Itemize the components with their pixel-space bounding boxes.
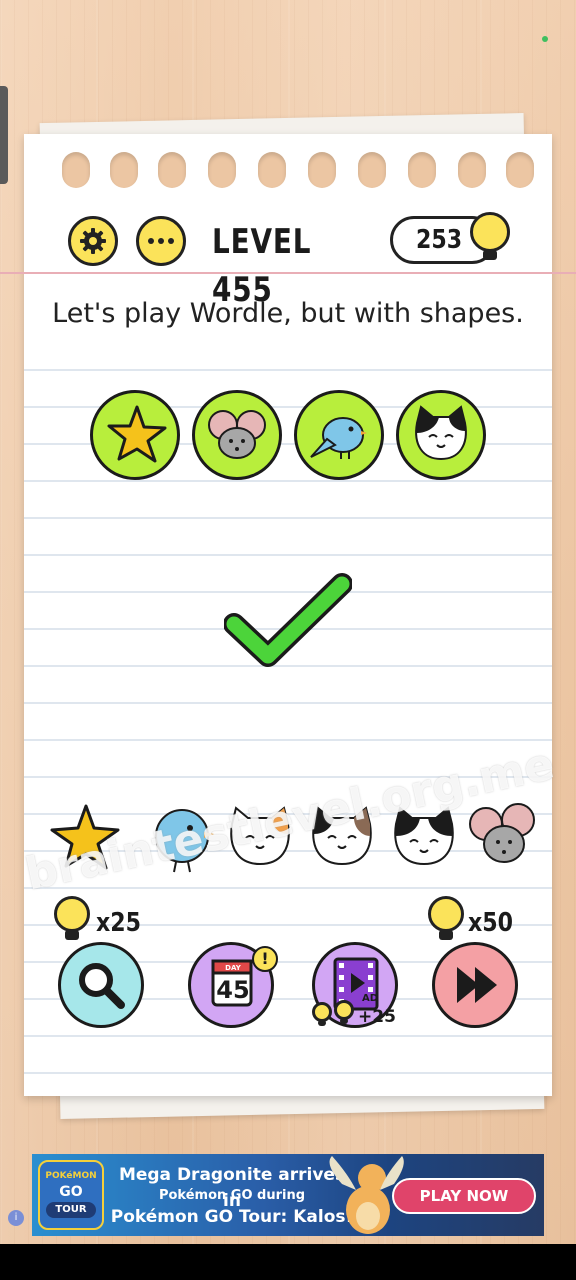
lightbulb-icon [334, 1000, 356, 1026]
ad-headline: Mega Dragonite arrives in [118, 1165, 346, 1211]
star-icon [107, 405, 167, 463]
gear-icon [80, 228, 106, 254]
status-indicator [542, 36, 548, 42]
search-cost: x25 [96, 908, 142, 938]
settings-button[interactable] [68, 216, 118, 266]
ad-reward: +25 [358, 1007, 396, 1027]
calendar-day-label: DAY [225, 964, 241, 972]
ad-banner[interactable]: POKéMON GO TOUR Mega Dragonite arrives i… [32, 1154, 544, 1236]
answer-slot-cat[interactable] [396, 390, 486, 480]
ad-info-icon[interactable]: i [8, 1210, 24, 1226]
answer-slot-bird[interactable] [294, 390, 384, 480]
answer-slot-mouse[interactable] [192, 390, 282, 480]
correct-checkmark-icon [224, 573, 352, 667]
lightbulb-icon [312, 1002, 334, 1028]
ad-tagline: Pokémon GO Tour: Kalos! [110, 1207, 354, 1227]
skip-cost: x50 [468, 908, 514, 938]
skip-level-button[interactable] [432, 942, 518, 1028]
header-divider [0, 272, 576, 274]
bird-icon [310, 417, 367, 459]
pokemon-go-tour-logo: POKéMON GO TOUR [38, 1160, 104, 1230]
more-options-button[interactable] [136, 216, 186, 266]
search-hint-button[interactable] [58, 942, 144, 1028]
fast-forward-icon [457, 967, 497, 1003]
cat-icon [415, 405, 467, 461]
ad-label: AD [362, 993, 379, 1004]
more-dots-icon [148, 238, 174, 244]
hint-count: 253 [416, 225, 463, 255]
lightbulb-icon [54, 896, 94, 944]
puzzle-question: Let's play Wordle, but with shapes. [52, 298, 524, 329]
lightbulb-icon [470, 212, 514, 264]
calendar-number: 45 [216, 976, 250, 1004]
level-title: LEVEL 455 [212, 222, 312, 310]
edge-handle[interactable] [0, 86, 8, 184]
notification-badge: ! [252, 946, 278, 972]
play-now-button[interactable]: PLAY NOW [392, 1178, 536, 1214]
ad-subline: Pokémon GO during [158, 1188, 306, 1203]
binder-holes [62, 152, 534, 192]
lightbulb-icon [428, 896, 468, 944]
answer-slot-star[interactable] [90, 390, 180, 480]
system-navigation-bar [0, 1244, 576, 1280]
magnifier-icon [79, 963, 125, 1009]
mouse-icon [208, 410, 266, 459]
